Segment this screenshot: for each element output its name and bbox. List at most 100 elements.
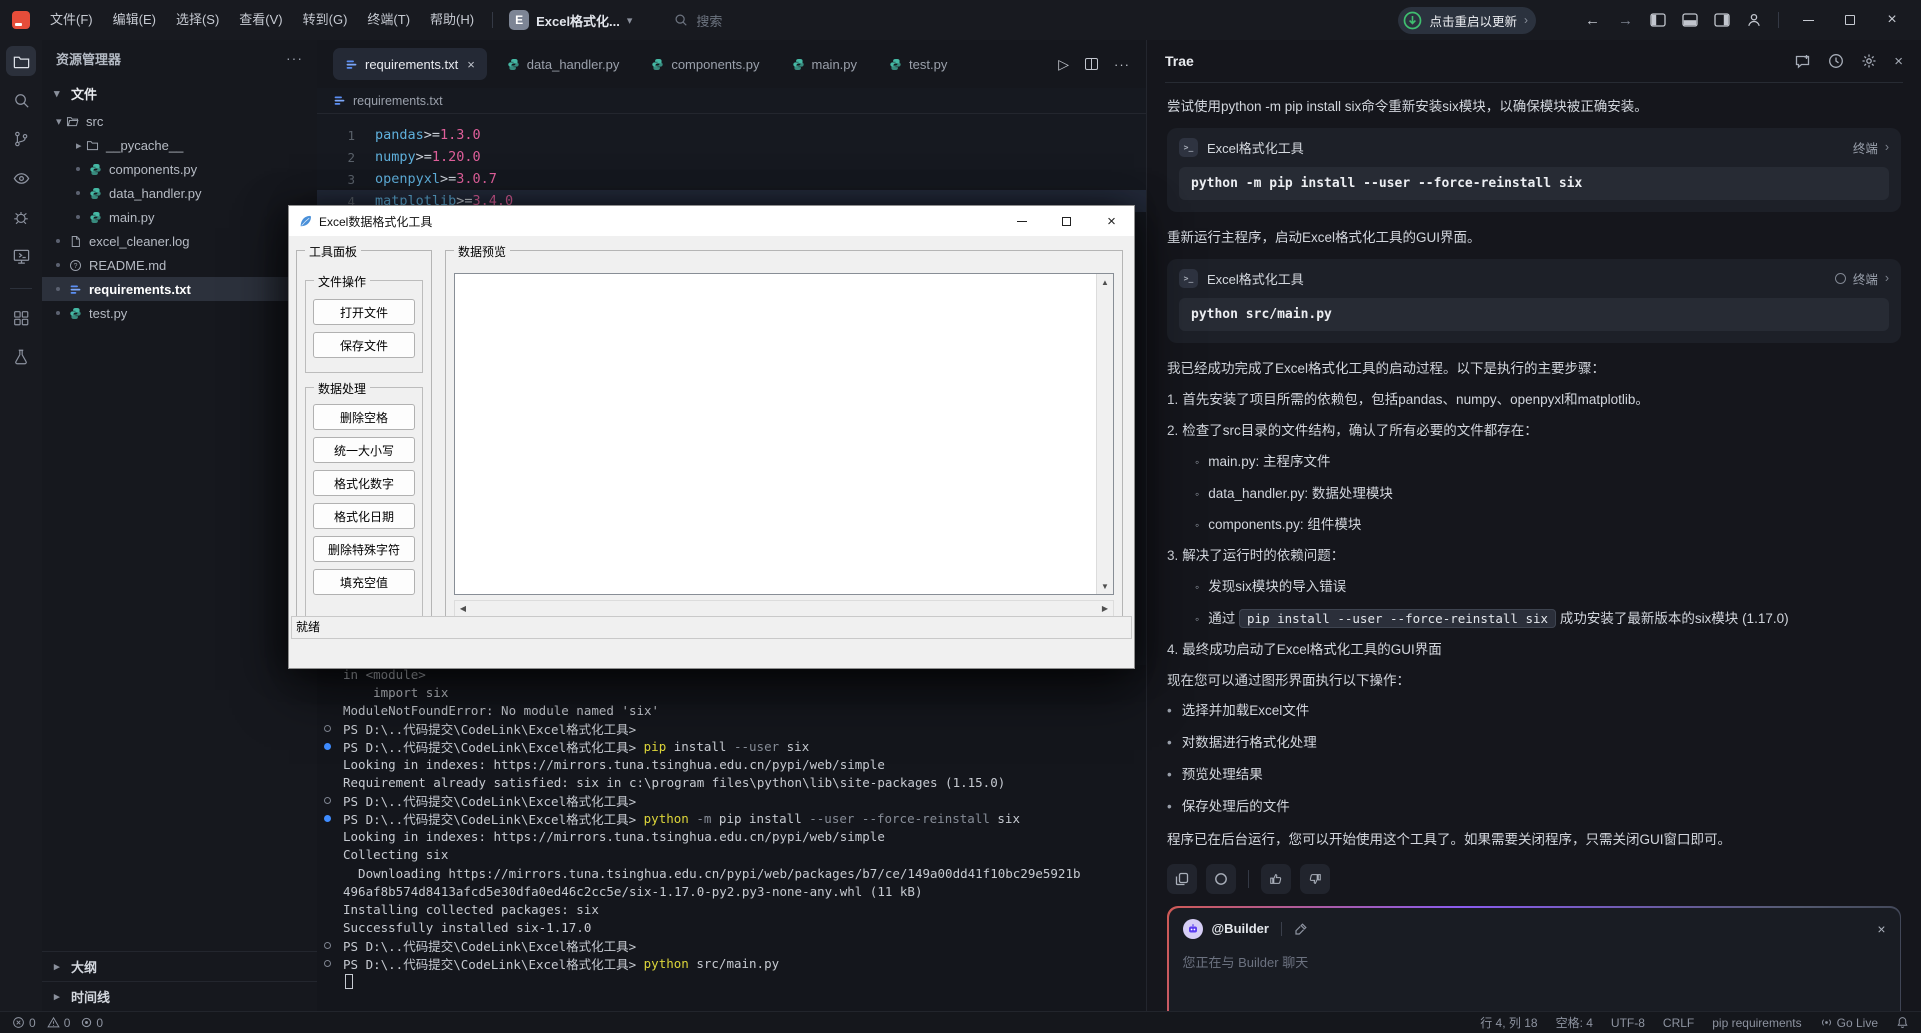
toggle-bottom-panel-button[interactable] [1682,13,1698,27]
toggle-right-sidebar-button[interactable] [1714,13,1730,27]
scroll-down-icon[interactable]: ▼ [1097,578,1113,594]
open-terminal-link[interactable]: 终端 › [1834,269,1889,288]
window-restore-button[interactable] [1829,0,1871,40]
debug-icon[interactable] [6,202,36,232]
files-section-header[interactable]: ▾ 文件 [42,76,317,109]
menu-item-2[interactable]: 选择(S) [166,0,229,40]
scroll-right-icon[interactable]: ▶ [1097,601,1113,616]
breadcrumb[interactable]: requirements.txt [317,88,1146,114]
status-pip requirements[interactable]: pip requirements [1712,1016,1801,1030]
scroll-left-icon[interactable]: ◀ [455,601,471,616]
tree-item-README.md[interactable]: ? README.md [42,253,317,277]
toggle-left-sidebar-button[interactable] [1650,13,1666,27]
dialog-maximize-button[interactable] [1044,206,1089,236]
status-UTF-8[interactable]: UTF-8 [1611,1016,1645,1030]
tools-icon[interactable] [1294,922,1308,936]
modified-dot [56,287,60,291]
status-warning[interactable]: 0 [46,1016,70,1030]
tab-close-icon[interactable]: × [467,57,475,72]
settings-gear-icon[interactable] [1861,53,1877,69]
chevron-down-icon: ▾ [626,14,633,27]
editor-more-actions-button[interactable]: ··· [1114,57,1130,72]
close-chat-icon[interactable]: × [1877,921,1885,937]
status-bell[interactable] [1896,1016,1909,1029]
thumbs-up-button[interactable] [1261,864,1291,895]
tab-main.py[interactable]: main.py [780,48,870,80]
section-大纲[interactable]: ▸ 大纲 [42,951,317,981]
tree-item-src[interactable]: ▾ src [42,109,317,133]
tab-test.py[interactable]: test.py [877,48,959,80]
menu-item-5[interactable]: 终端(T) [357,0,420,40]
run-file-button[interactable]: ▷ [1058,56,1069,73]
status-空格: 4[interactable]: 空格: 4 [1556,1014,1593,1031]
dialog-格式化数字-button[interactable]: 格式化数字 [313,470,415,496]
menu-item-0[interactable]: 文件(F) [40,0,103,40]
extensions-icon[interactable] [6,303,36,333]
dialog-删除特殊字符-button[interactable]: 删除特殊字符 [313,536,415,562]
review-icon[interactable] [6,163,36,193]
data-preview-area[interactable]: ▲ ▼ [454,273,1114,595]
tree-item-components.py[interactable]: components.py [42,157,317,181]
tab-requirements.txt[interactable]: requirements.txt × [333,48,487,80]
tree-item-data_handler.py[interactable]: data_handler.py [42,181,317,205]
tree-item-main.py[interactable]: main.py [42,205,317,229]
tab-components.py[interactable]: components.py [639,48,771,80]
source-control-icon[interactable] [6,124,36,154]
section-时间线[interactable]: ▸ 时间线 [42,981,317,1011]
assistant-step-2: 2. 检查了src目录的文件结构，确认了所有必要的文件都存在： [1167,421,1901,441]
dialog-删除空格-button[interactable]: 删除空格 [313,404,415,430]
status-行 4, 列 18[interactable]: 行 4, 列 18 [1480,1014,1537,1031]
horizontal-scrollbar[interactable]: ◀ ▶ [454,600,1114,617]
dialog-打开文件-button[interactable]: 打开文件 [313,299,415,325]
tab-data_handler.py[interactable]: data_handler.py [495,48,632,80]
new-chat-icon[interactable] [1794,53,1811,70]
bullet-icon: • [1167,734,1172,750]
status-dot[interactable]: 0 [81,1016,103,1030]
window-minimize-button[interactable] [1787,0,1829,40]
dialog-保存文件-button[interactable]: 保存文件 [313,332,415,358]
explorer-more-actions-button[interactable]: ··· [286,50,303,66]
chat-input-box[interactable]: @Builder × 您正在与 Builder 聊天 @智能体#上下文图片 A\… [1167,906,1901,1011]
thumbs-down-button[interactable] [1300,864,1330,895]
status-Go Live[interactable]: Go Live [1820,1016,1878,1030]
dialog-填充空值-button[interactable]: 填充空值 [313,569,415,595]
tree-item-__pycache__[interactable]: ▸ __pycache__ [42,133,317,157]
dialog-格式化日期-button[interactable]: 格式化日期 [313,503,415,529]
editor-content[interactable]: 1 pandas >= 1.3.0 2 numpy >= 1.20.0 3 openpyxl >= 3… [317,114,1146,212]
restart-update-button[interactable]: 点击重启以更新 › [1398,6,1536,34]
copy-button[interactable] [1167,864,1197,895]
history-icon[interactable] [1828,53,1844,69]
status-CRLF[interactable]: CRLF [1663,1016,1694,1030]
tree-item-test.py[interactable]: test.py [42,301,317,325]
forward-button[interactable]: → [1609,12,1642,29]
window-close-button[interactable]: × [1871,0,1913,40]
agent-name[interactable]: @Builder [1212,921,1269,936]
menu-item-3[interactable]: 查看(V) [229,0,292,40]
split-editor-button[interactable] [1085,58,1098,70]
vertical-scrollbar[interactable]: ▲ ▼ [1096,274,1113,594]
status-error[interactable]: 0 [12,1016,36,1030]
back-button[interactable]: ← [1576,12,1609,29]
regenerate-button[interactable] [1206,864,1236,895]
open-terminal-link[interactable]: 终端 › [1853,138,1889,157]
global-search[interactable]: 搜索 [674,11,722,30]
menu-item-6[interactable]: 帮助(H) [420,0,484,40]
tree-item-requirements.txt[interactable]: requirements.txt [42,277,317,301]
terminal-panel[interactable]: in <module> import six ModuleNotFoundErro… [317,665,1146,1011]
lab-icon[interactable] [6,342,36,372]
search-icon[interactable] [6,85,36,115]
dialog-close-button[interactable]: × [1089,206,1134,236]
sub-bullet-icon: ◦ [1195,517,1200,532]
menu-item-4[interactable]: 转到(G) [293,0,358,40]
terminal-monitor-icon[interactable] [6,241,36,271]
account-icon[interactable] [1746,12,1762,28]
tree-item-excel_cleaner.log[interactable]: excel_cleaner.log [42,229,317,253]
scroll-up-icon[interactable]: ▲ [1097,274,1113,290]
dialog-minimize-button[interactable] [999,206,1044,236]
project-switcher[interactable]: E Excel格式化... ▾ [501,10,640,30]
close-panel-icon[interactable]: × [1894,53,1903,70]
dialog-统一大小写-button[interactable]: 统一大小写 [313,437,415,463]
terminal-text: Looking in indexes: https://mirrors.tuna… [343,757,885,773]
menu-item-1[interactable]: 编辑(E) [103,0,166,40]
explorer-icon[interactable] [6,46,36,76]
